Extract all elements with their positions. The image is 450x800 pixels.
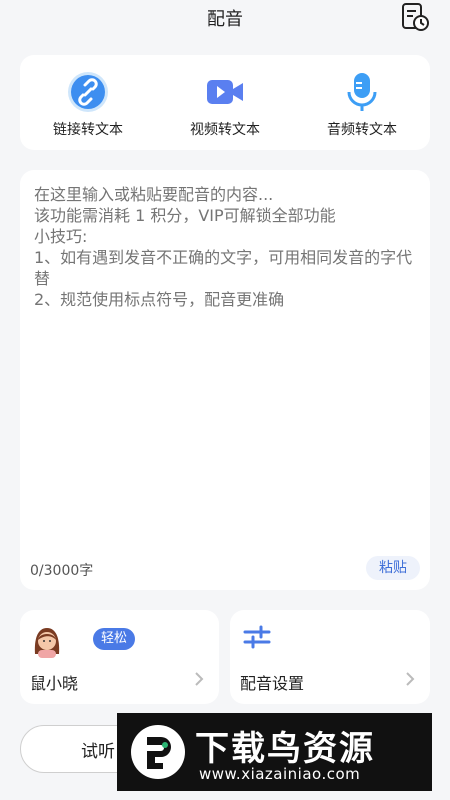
watermark-url: www.xiazainiao.com	[199, 765, 361, 783]
conversion-tools-card: 链接转文本 视频转文本 音频转文本	[20, 55, 430, 150]
chevron-right-icon	[195, 672, 204, 686]
voice-name: 鼠小晓	[30, 674, 79, 693]
tool-label: 链接转文本	[53, 122, 123, 138]
watermark-title: 下载鸟资源	[195, 729, 375, 769]
text-editor-card: 0/3000字 粘贴	[20, 170, 430, 590]
character-count: 0/3000字	[30, 563, 94, 579]
tool-audio-to-text[interactable]: 音频转文本	[294, 55, 430, 150]
header-bar: 配音	[0, 0, 450, 40]
watermark-banner: 下载鸟资源 www.xiazainiao.com	[117, 713, 432, 791]
video-camera-icon	[207, 80, 243, 104]
bird-logo-icon	[131, 725, 185, 779]
voice-style-badge: 轻松	[93, 628, 136, 650]
history-document-icon[interactable]	[400, 2, 430, 32]
sliders-icon	[243, 625, 271, 649]
tool-video-to-text[interactable]: 视频转文本	[157, 55, 293, 150]
dubbing-text-input[interactable]	[34, 184, 416, 554]
page-title: 配音	[207, 9, 243, 30]
female-avatar-icon	[34, 628, 60, 658]
paste-button[interactable]: 粘贴	[366, 556, 420, 580]
tool-label: 视频转文本	[190, 122, 260, 138]
settings-label: 配音设置	[240, 674, 305, 693]
dubbing-settings-card[interactable]: 配音设置	[230, 610, 430, 704]
link-icon	[68, 72, 108, 112]
chevron-right-icon	[406, 672, 415, 686]
voice-selector-card[interactable]: 轻松 鼠小晓	[20, 610, 219, 704]
tool-link-to-text[interactable]: 链接转文本	[20, 55, 156, 150]
microphone-icon	[347, 73, 377, 111]
tool-label: 音频转文本	[327, 122, 397, 138]
